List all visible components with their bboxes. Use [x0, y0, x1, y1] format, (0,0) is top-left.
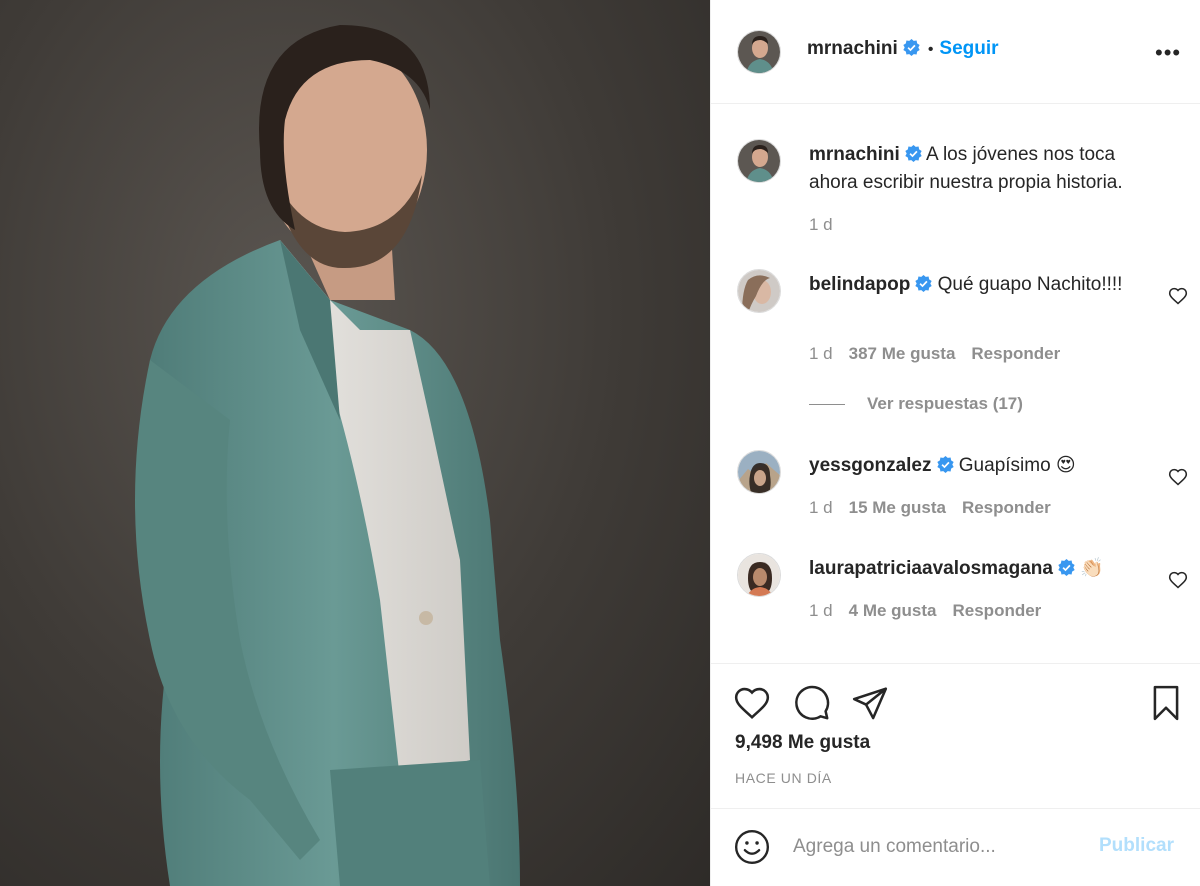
comment-username[interactable]: laurapatriciaavalosmagana [809, 558, 1053, 579]
comments-list[interactable]: mrnachini A los jóvenes nos toca ahora e… [711, 105, 1200, 663]
caption-body: mrnachini A los jóvenes nos toca ahora e… [809, 141, 1159, 197]
comment-meta: 1 d 387 Me gusta Responder [809, 344, 1076, 364]
emoji-smiley-icon[interactable] [733, 828, 771, 866]
comment-meta: 1 d 15 Me gusta Responder [809, 498, 1067, 518]
reply-button[interactable]: Responder [971, 344, 1060, 363]
comment-body: yessgonzalez Guapísimo 😍 [809, 452, 1159, 480]
header-line: mrnachini • Seguir [807, 38, 999, 60]
like-count[interactable]: 9,498 Me gusta [735, 732, 870, 754]
comment-likes[interactable]: 4 Me gusta [849, 601, 937, 620]
post-actions: 9,498 Me gusta HACE UN DÍA [711, 663, 1200, 823]
like-comment-heart-icon[interactable] [1168, 570, 1188, 590]
verified-badge-icon [936, 456, 954, 473]
comment-username[interactable]: belindapop [809, 274, 910, 295]
like-comment-heart-icon[interactable] [1168, 467, 1188, 487]
share-paper-plane-icon[interactable] [851, 684, 889, 722]
like-comment-heart-icon[interactable] [1168, 286, 1188, 306]
comment-input[interactable] [793, 831, 1083, 863]
commenter-avatar[interactable] [737, 269, 781, 313]
separator-dot: • [927, 41, 934, 58]
commenter-avatar[interactable] [737, 553, 781, 597]
view-replies-button[interactable]: Ver respuestas (17) [809, 394, 1023, 414]
like-heart-icon[interactable] [733, 684, 771, 722]
comment-text: 👏🏻 [1080, 558, 1104, 579]
comment-bubble-icon[interactable] [793, 684, 831, 722]
follow-button[interactable]: Seguir [939, 38, 998, 59]
comment-time[interactable]: 1 d [809, 344, 833, 363]
post-timestamp[interactable]: HACE UN DÍA [735, 770, 832, 786]
caption-meta: 1 d [809, 215, 849, 235]
replies-divider [809, 404, 845, 406]
post-photo[interactable] [0, 0, 710, 886]
comment-likes[interactable]: 387 Me gusta [849, 344, 956, 363]
comment-text: Qué guapo Nachito!!!! [937, 274, 1123, 295]
verified-badge-icon [915, 275, 932, 292]
reply-button[interactable]: Responder [962, 498, 1051, 517]
comment-time[interactable]: 1 d [809, 601, 833, 620]
save-bookmark-icon[interactable] [1147, 684, 1185, 722]
verified-badge-icon [1058, 559, 1075, 576]
comment-username[interactable]: yessgonzalez [809, 455, 932, 476]
comment-body: laurapatriciaavalosmagana 👏🏻 [809, 555, 1159, 583]
portrait-image [135, 25, 520, 886]
caption-username[interactable]: mrnachini [809, 144, 900, 165]
more-options-icon[interactable]: ••• [1155, 40, 1181, 66]
caption-time[interactable]: 1 d [809, 215, 833, 234]
post-panel: mrnachini • Seguir ••• mrnachini A los jóv… [710, 0, 1200, 886]
author-avatar[interactable] [737, 139, 781, 183]
comment-meta: 1 d 4 Me gusta Responder [809, 601, 1057, 621]
comment-composer: Publicar [711, 808, 1200, 886]
verified-badge-icon [905, 145, 922, 162]
author-username[interactable]: mrnachini [807, 38, 898, 59]
view-replies-label: Ver respuestas (17) [867, 394, 1023, 413]
comment-text: Guapísimo 😍 [958, 455, 1076, 476]
verified-badge-icon [903, 39, 920, 56]
comment-body: belindapop Qué guapo Nachito!!!! [809, 271, 1159, 299]
commenter-avatar[interactable] [737, 450, 781, 494]
comment-likes[interactable]: 15 Me gusta [849, 498, 946, 517]
publish-button[interactable]: Publicar [1099, 835, 1174, 857]
comment-time[interactable]: 1 d [809, 498, 833, 517]
post-header: mrnachini • Seguir ••• [711, 0, 1200, 104]
reply-button[interactable]: Responder [953, 601, 1042, 620]
author-avatar[interactable] [737, 30, 781, 74]
